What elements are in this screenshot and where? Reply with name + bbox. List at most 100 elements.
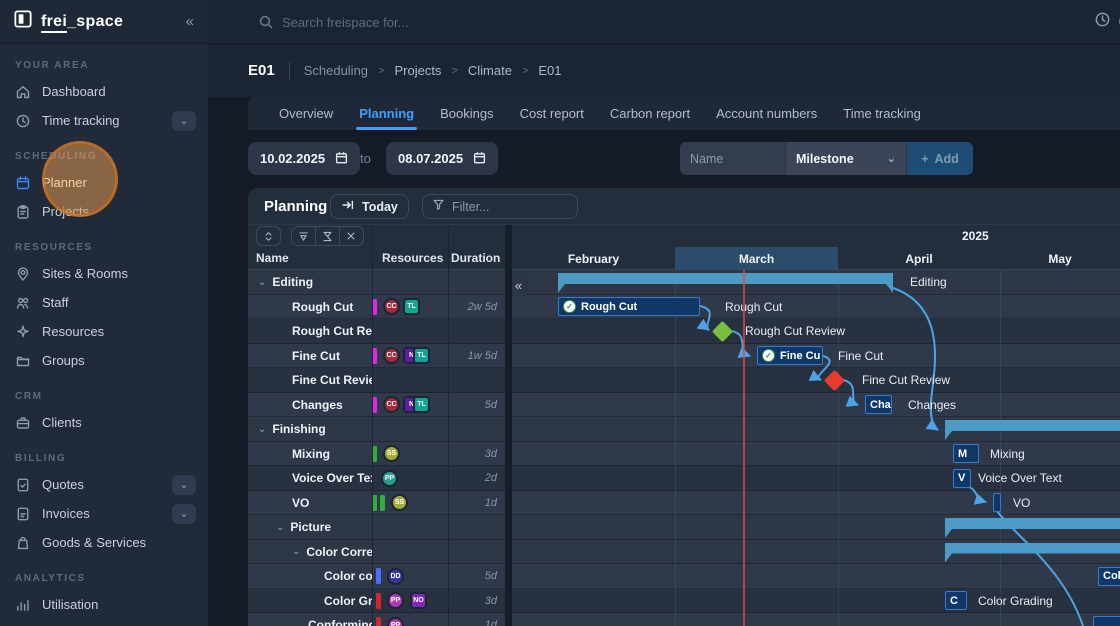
chevron-down-icon[interactable]: ⌄ <box>292 546 300 557</box>
gantt-bar-mixing[interactable]: M <box>953 444 979 463</box>
gantt-toolbar <box>248 225 512 247</box>
sidebar-item-time-tracking[interactable]: Time tracking ⌄ <box>0 106 208 135</box>
table-row-editing[interactable]: ⌄Editing <box>248 270 505 295</box>
resource-badge: CC <box>383 347 400 364</box>
sidebar-item-quotes[interactable]: Quotes ⌄ <box>0 470 208 499</box>
sidebar-item-utilisation[interactable]: Utilisation <box>0 590 208 619</box>
gantt-bar-voice-over-text[interactable]: V <box>953 469 971 488</box>
sidebar-item-groups[interactable]: Groups <box>0 346 208 375</box>
table-row-rough-cut-review[interactable]: Rough Cut Review <box>248 319 505 344</box>
section-label-billing: BILLING <box>15 453 208 464</box>
chevron-down-icon[interactable]: ⌄ <box>258 277 266 288</box>
breadcrumb-scheduling[interactable]: Scheduling <box>304 63 368 78</box>
table-row-color-correction-group[interactable]: ⌄Color Correction <box>248 540 505 565</box>
duration-value: 1w 5d <box>468 344 497 369</box>
month-march: March <box>675 247 838 270</box>
tab-time-tracking[interactable]: Time tracking <box>830 97 934 130</box>
breadcrumb-projects[interactable]: Projects <box>394 63 441 78</box>
milestone-name-input[interactable] <box>680 142 786 175</box>
gantt-bar-rough-cut[interactable]: ✓ Rough Cut <box>558 297 700 316</box>
logo[interactable]: frei_space « <box>0 0 208 44</box>
chevron-down-icon[interactable]: ⌄ <box>172 475 196 495</box>
resource-badge: TL <box>403 298 420 315</box>
table-row-mixing[interactable]: Mixing SS 3d <box>248 442 505 467</box>
reorder-icon[interactable] <box>256 226 281 246</box>
gantt-bar-color-grading[interactable]: C <box>945 591 967 610</box>
sidebar-collapse-icon[interactable]: « <box>186 13 194 30</box>
sidebar-item-sites-rooms[interactable]: Sites & Rooms <box>0 259 208 288</box>
expand-all-icon[interactable] <box>315 226 340 246</box>
chevron-right-icon: > <box>378 65 384 77</box>
timeline-month-row: February March April May <box>512 247 1120 270</box>
table-row-picture[interactable]: ⌄Picture <box>248 515 505 540</box>
table-row-fine-cut[interactable]: Fine Cut CC N TL 1w 5d <box>248 344 505 369</box>
today-button[interactable]: Today <box>330 194 409 219</box>
sidebar-item-projects[interactable]: Projects <box>0 197 208 226</box>
table-row-vo[interactable]: VO SS 1d <box>248 491 505 516</box>
breadcrumb-e01[interactable]: E01 <box>538 63 561 78</box>
gantt-bar-vo[interactable] <box>993 493 1001 512</box>
table-row-conforming[interactable]: Conforming PP 1d <box>248 613 505 626</box>
tab-account-numbers[interactable]: Account numbers <box>703 97 830 130</box>
clock-icon <box>15 113 31 129</box>
collapse-all-icon[interactable] <box>291 226 316 246</box>
chevron-down-icon[interactable]: ⌄ <box>172 111 196 131</box>
chevron-down-icon[interactable]: ⌄ <box>276 522 284 533</box>
add-milestone-group: Milestone ⌄ + Add <box>680 142 973 175</box>
resource-badge: PP <box>381 470 398 487</box>
briefcase-icon <box>15 415 31 431</box>
table-row-color-correction[interactable]: Color correction DD 5d <box>248 564 505 589</box>
filter-input[interactable] <box>452 200 562 214</box>
sidebar-item-dashboard[interactable]: Dashboard <box>0 77 208 106</box>
timeline-year-row: 2025 <box>512 225 1120 247</box>
sidebar-item-staff[interactable]: Staff <box>0 288 208 317</box>
breadcrumb-climate[interactable]: Climate <box>468 63 512 78</box>
table-row-fine-cut-review[interactable]: Fine Cut Review <box>248 368 505 393</box>
tab-overview[interactable]: Overview <box>266 97 346 130</box>
table-row-changes[interactable]: Changes CC N TL 5d <box>248 393 505 418</box>
table-row-rough-cut[interactable]: Rough Cut CC TL 2w 5d <box>248 295 505 320</box>
chevron-down-icon[interactable]: ⌄ <box>258 424 266 435</box>
milestone-type-select[interactable]: Milestone ⌄ <box>786 142 907 175</box>
resource-badge: PP <box>387 592 404 609</box>
filter-field[interactable] <box>422 194 578 219</box>
table-chart-splitter[interactable] <box>505 225 512 626</box>
sidebar-item-invoices[interactable]: Invoices ⌄ <box>0 499 208 528</box>
gantt-bar-changes[interactable]: Cha <box>865 395 892 414</box>
tab-planning[interactable]: Planning <box>346 97 427 130</box>
table-row-voice-over-text[interactable]: Voice Over Text PP 2d <box>248 466 505 491</box>
app-root: frei_space « YOUR AREA Dashboard Time tr… <box>0 0 1120 626</box>
duration-value: 2d <box>485 466 497 491</box>
home-icon <box>15 84 31 100</box>
chevron-down-icon[interactable]: ⌄ <box>172 504 196 524</box>
page-title: E01 <box>248 62 275 79</box>
sidebar: frei_space « YOUR AREA Dashboard Time tr… <box>0 0 208 626</box>
clock-icon <box>1094 11 1111 31</box>
sidebar-item-resources[interactable]: Resources <box>0 317 208 346</box>
date-to-field[interactable]: 08.07.2025 <box>386 142 498 175</box>
table-row-color-grading[interactable]: Color Grading PP NO 3d <box>248 589 505 614</box>
sidebar-item-planner[interactable]: Planner <box>0 168 208 197</box>
gantt-bar-conforming[interactable] <box>1093 616 1120 626</box>
table-row-finishing[interactable]: ⌄Finishing <box>248 417 505 442</box>
search-input[interactable] <box>282 10 842 34</box>
resource-badge: PP <box>387 617 404 626</box>
main-area: 0 E01 Scheduling > Projects > Climate > … <box>208 0 1120 626</box>
gantt-label-mixing: Mixing <box>990 447 1025 461</box>
close-icon[interactable] <box>339 226 364 246</box>
gantt-bar-color-correction[interactable]: Col <box>1098 567 1120 586</box>
tab-carbon-report[interactable]: Carbon report <box>597 97 703 130</box>
check-icon: ✓ <box>762 349 775 362</box>
add-button[interactable]: + Add <box>907 142 973 175</box>
column-duration: Duration <box>451 251 500 265</box>
tab-bookings[interactable]: Bookings <box>427 97 506 130</box>
collapse-table-icon[interactable]: « <box>512 274 529 296</box>
resource-badge: CC <box>383 298 400 315</box>
section-label-resources: RESOURCES <box>15 242 208 253</box>
date-from-field[interactable]: 10.02.2025 <box>248 142 360 175</box>
sidebar-item-clients[interactable]: Clients <box>0 408 208 437</box>
gantt-bar-fine-cut[interactable]: ✓ Fine Cu <box>757 346 823 365</box>
gantt-label-rough-cut: Rough Cut <box>725 300 782 314</box>
tab-cost-report[interactable]: Cost report <box>507 97 597 130</box>
sidebar-item-goods-services[interactable]: Goods & Services <box>0 528 208 557</box>
